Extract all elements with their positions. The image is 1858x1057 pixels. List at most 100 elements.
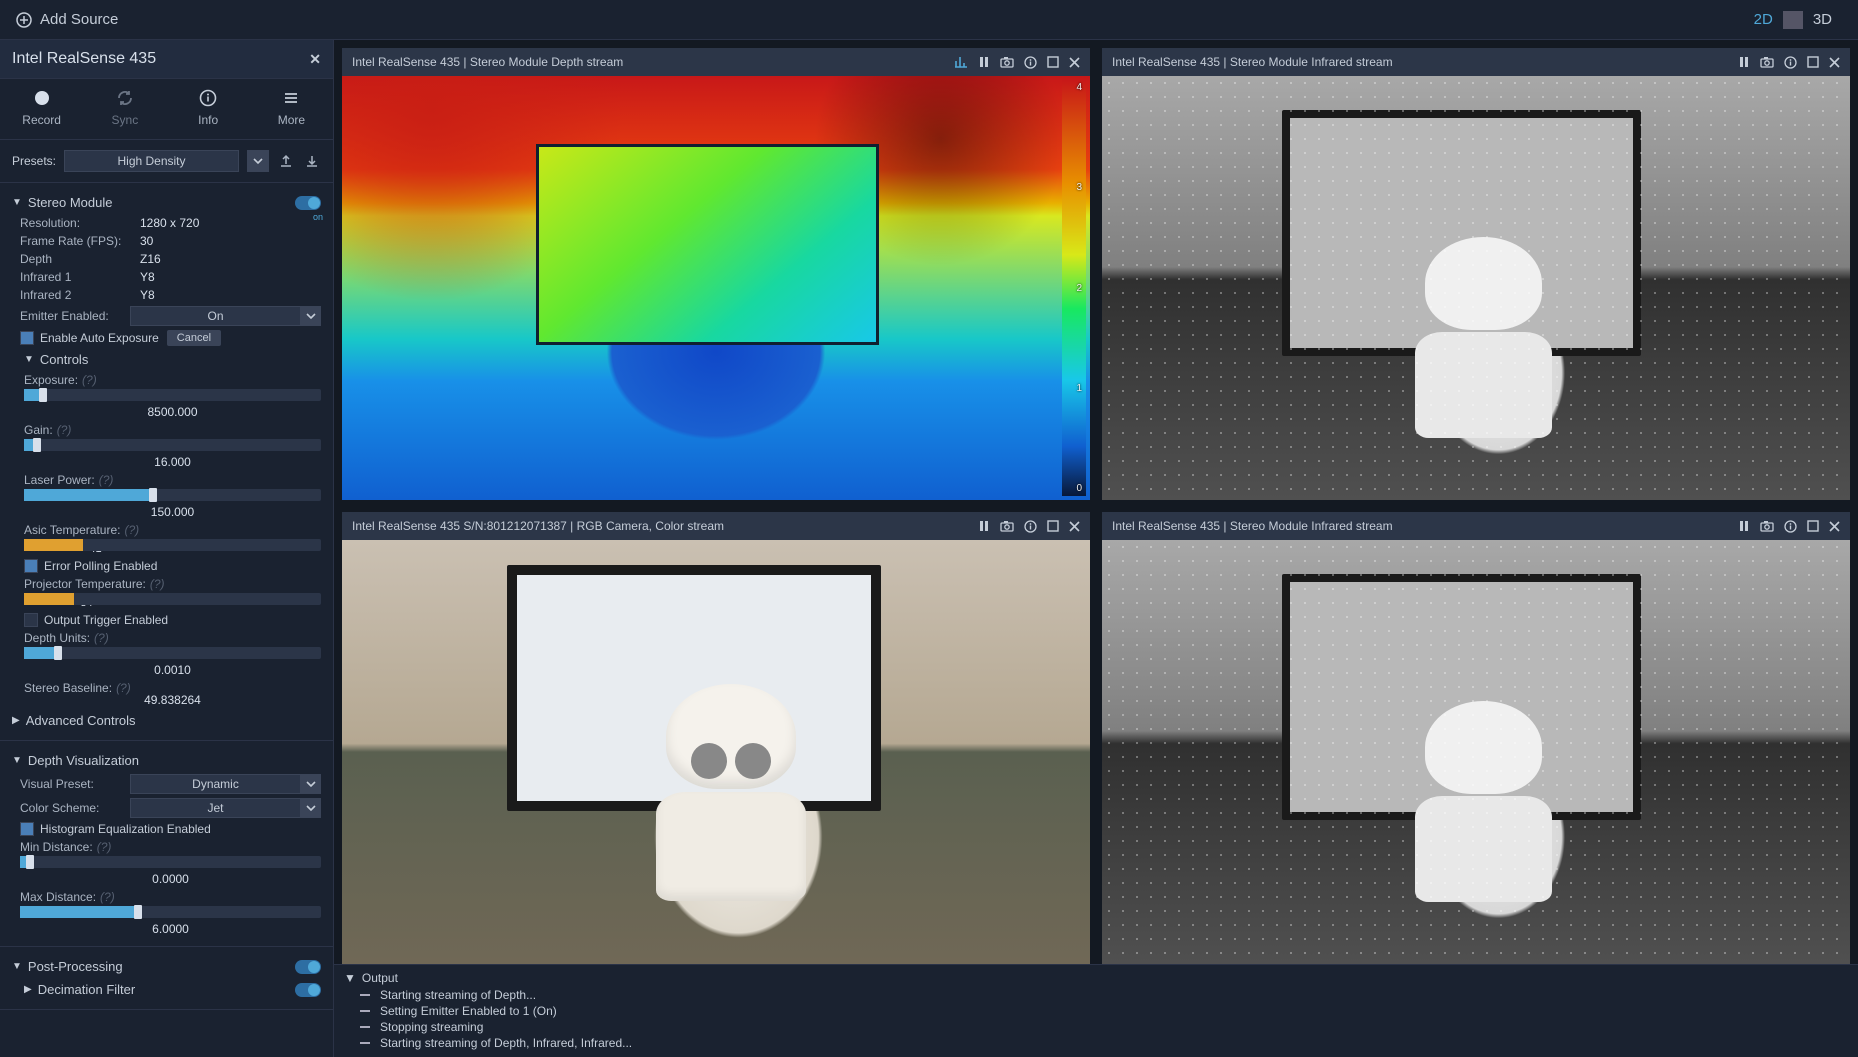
pause-button[interactable] [1738, 56, 1750, 68]
output-line: Stopping streaming [344, 1019, 1848, 1035]
maximize-button[interactable] [1047, 520, 1059, 532]
controls-header[interactable]: ▼ Controls [12, 348, 321, 371]
pause-button[interactable] [1738, 520, 1750, 532]
help-icon[interactable]: (?) [97, 840, 112, 854]
close-panel-button[interactable] [1829, 521, 1840, 532]
maximize-button[interactable] [1047, 56, 1059, 68]
help-icon[interactable]: (?) [150, 577, 165, 591]
cancel-button[interactable]: Cancel [167, 330, 221, 346]
ir2-value: Y8 [140, 288, 155, 302]
help-icon[interactable]: (?) [116, 681, 131, 695]
stereo-title: Stereo Module [28, 195, 113, 210]
close-panel-button[interactable] [1829, 57, 1840, 68]
camera-icon [1760, 520, 1774, 532]
triangle-down-icon: ▼ [12, 197, 22, 208]
info-button[interactable] [1784, 520, 1797, 533]
decimation-header[interactable]: ▶ Decimation Filter [12, 978, 321, 1001]
presets-caret[interactable] [247, 150, 269, 172]
max-distance-slider[interactable] [20, 906, 321, 918]
auto-exposure-checkbox[interactable] [20, 331, 34, 345]
post-processing-toggle[interactable] [295, 960, 321, 974]
device-title: Intel RealSense 435 [12, 50, 156, 68]
info-icon [199, 89, 217, 107]
close-panel-button[interactable] [1069, 57, 1080, 68]
visual-preset-select[interactable]: Dynamic [130, 774, 301, 794]
depth-vis-header[interactable]: ▼ Depth Visualization [12, 749, 321, 772]
record-button[interactable]: Record [12, 89, 72, 127]
maximize-icon [1807, 56, 1819, 68]
output-trigger-checkbox[interactable] [24, 613, 38, 627]
infrared-stream-view[interactable] [1102, 76, 1850, 500]
maximize-button[interactable] [1807, 520, 1819, 532]
output-text: Starting streaming of Depth, Infrared, I… [380, 1036, 632, 1050]
snapshot-button[interactable] [1760, 56, 1774, 68]
stereo-toggle[interactable]: on [295, 196, 321, 210]
emitter-select[interactable]: On [130, 306, 301, 326]
presets-select[interactable]: High Density [64, 150, 239, 172]
error-polling-checkbox[interactable] [24, 559, 38, 573]
emitter-row: Emitter Enabled: On [12, 304, 321, 328]
color-scheme-key: Color Scheme: [20, 801, 130, 815]
upload-preset-button[interactable] [277, 152, 295, 170]
presets-row: Presets: High Density [0, 140, 333, 183]
snapshot-button[interactable] [1760, 520, 1774, 532]
help-icon[interactable]: (?) [125, 523, 140, 537]
snapshot-button[interactable] [1000, 56, 1014, 68]
snapshot-button[interactable] [1000, 520, 1014, 532]
pause-button[interactable] [978, 56, 990, 68]
close-icon [1829, 521, 1840, 532]
depth-units-slider[interactable] [24, 647, 321, 659]
info-button[interactable] [1024, 520, 1037, 533]
help-icon[interactable]: (?) [94, 631, 109, 645]
info-button[interactable] [1784, 56, 1797, 69]
view-3d-button[interactable]: 3D [1803, 7, 1842, 32]
maximize-button[interactable] [1807, 56, 1819, 68]
depth-stream-view[interactable]: 4 3 2 1 0 [342, 76, 1090, 500]
color-scheme-caret[interactable] [301, 798, 321, 818]
download-preset-button[interactable] [303, 152, 321, 170]
laser-slider[interactable] [24, 489, 321, 501]
emitter-value: On [207, 309, 223, 323]
decimation-toggle[interactable] [295, 983, 321, 997]
advanced-title: Advanced Controls [26, 713, 136, 728]
sync-button[interactable]: Sync [95, 89, 155, 127]
advanced-controls-header[interactable]: ▶ Advanced Controls [12, 709, 321, 732]
laser-key: Laser Power: [24, 473, 95, 487]
pause-button[interactable] [978, 520, 990, 532]
on-label: on [313, 212, 323, 222]
histeq-checkbox[interactable] [20, 822, 34, 836]
info-button[interactable] [1024, 56, 1037, 69]
output-header[interactable]: ▼ Output [344, 969, 1848, 987]
infrared-stream-view[interactable] [1102, 540, 1850, 964]
close-device-button[interactable]: ✕ [309, 51, 321, 68]
colorbar-tick: 0 [1064, 483, 1084, 494]
depth-vis-section: ▼ Depth Visualization Visual Preset: Dyn… [0, 741, 333, 947]
stereo-module-header[interactable]: ▼ Stereo Module on [12, 191, 321, 214]
emitter-caret[interactable] [301, 306, 321, 326]
camera-icon [1760, 56, 1774, 68]
help-icon[interactable]: (?) [57, 423, 72, 437]
close-panel-button[interactable] [1069, 521, 1080, 532]
panel-title: Intel RealSense 435 S/N:801212071387 | R… [352, 519, 968, 533]
exposure-slider[interactable] [24, 389, 321, 401]
baseline-control: Stereo Baseline:(?) 49.838264 [12, 679, 321, 709]
exposure-key: Exposure: [24, 373, 78, 387]
view-2d-button[interactable]: 2D [1744, 7, 1783, 32]
more-button[interactable]: More [261, 89, 321, 127]
panel-header: Intel RealSense 435 | Stereo Module Infr… [1102, 48, 1850, 76]
help-icon[interactable]: (?) [99, 473, 114, 487]
gain-slider[interactable] [24, 439, 321, 451]
color-stream-view[interactable] [342, 540, 1090, 964]
stream-panel-ir2: Intel RealSense 435 | Stereo Module Infr… [1102, 512, 1850, 964]
output-text: Stopping streaming [380, 1020, 483, 1034]
min-distance-slider[interactable] [20, 856, 321, 868]
info-button[interactable]: Info [178, 89, 238, 127]
post-processing-header[interactable]: ▼ Post-Processing [12, 955, 321, 978]
chart-button[interactable] [954, 55, 968, 69]
help-icon[interactable]: (?) [100, 890, 115, 904]
more-label: More [278, 113, 305, 127]
visual-preset-caret[interactable] [301, 774, 321, 794]
color-scheme-select[interactable]: Jet [130, 798, 301, 818]
help-icon[interactable]: (?) [82, 373, 97, 387]
add-source-button[interactable]: Add Source [16, 11, 118, 28]
